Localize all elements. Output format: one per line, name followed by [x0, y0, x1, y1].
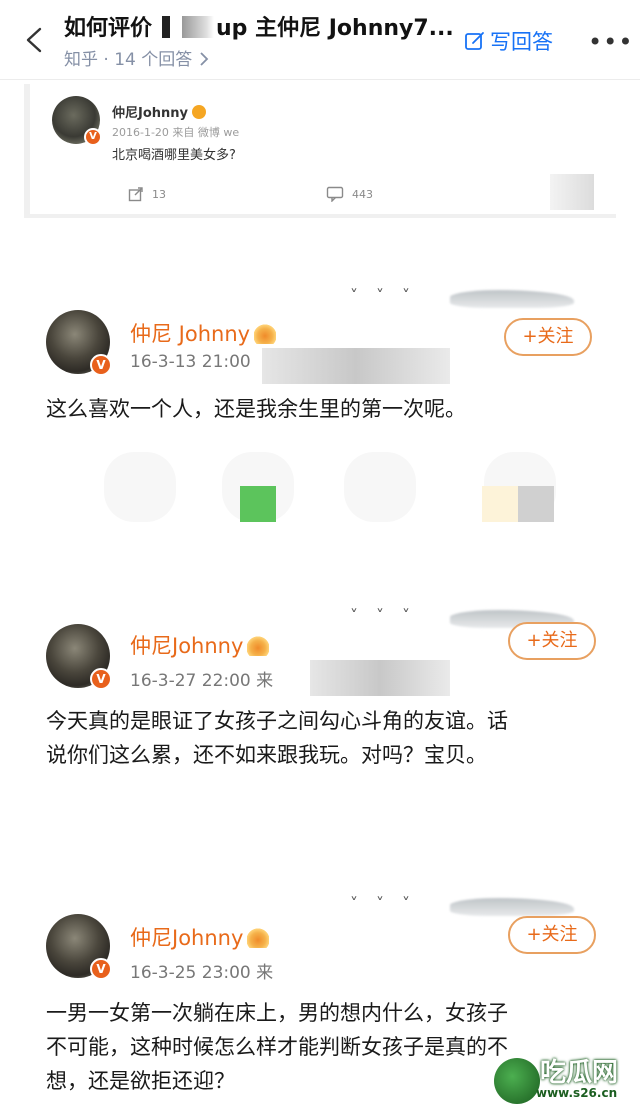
- post-text: 这么喜欢一个人，还是我余生里的第一次呢。: [46, 397, 466, 421]
- post-author[interactable]: 仲尼Johnny: [130, 630, 270, 660]
- repost-count: 13: [152, 187, 166, 201]
- mountain-decoration: [450, 898, 574, 916]
- pixel-block: [482, 486, 518, 522]
- weibo-post: ˅˅˅ V 仲尼Johnny 16-3-27 22:00 来 +关注 今天真的是…: [0, 600, 640, 800]
- write-answer-label: 写回答: [490, 30, 553, 54]
- post-time: 16-3-25 23:00 来: [130, 963, 274, 983]
- vip-crown-icon: [247, 928, 270, 948]
- title-left: 如何评价: [64, 16, 153, 41]
- title-right: up 主仲尼 Johnny7...: [216, 16, 454, 41]
- post-text: 北京喝酒哪里美女多?: [112, 148, 236, 163]
- chevron-right-icon: [200, 52, 208, 66]
- verified-icon: V: [84, 128, 102, 146]
- post-author[interactable]: 仲尼 Johnny: [130, 318, 277, 348]
- comment-icon: [326, 186, 344, 202]
- more-options-icon[interactable]: •••: [588, 28, 633, 56]
- avatar[interactable]: V: [46, 914, 112, 980]
- back-arrow-icon[interactable]: [22, 26, 46, 54]
- pixel-block: [240, 486, 276, 522]
- top-nav-bar: 如何评价 up 主仲尼 Johnny7... 知乎 · 14 个回答 写回答 ••…: [0, 0, 640, 80]
- vip-crown-icon: [247, 636, 270, 656]
- post-author[interactable]: 仲尼Johnny: [130, 922, 270, 952]
- site-watermark: 吃瓜网 www.s26.cn: [494, 1046, 640, 1109]
- watermark-name: 吃瓜网: [540, 1058, 619, 1088]
- post-time: 16-3-13 21:00: [130, 352, 251, 372]
- watermelon-logo-icon: [494, 1058, 540, 1104]
- action-bar-ghost: [0, 452, 640, 532]
- verified-icon: V: [90, 668, 112, 690]
- post-meta: 2016-1-20 来自 微博 we: [112, 126, 240, 139]
- answer-count-link[interactable]: 知乎 · 14 个回答: [64, 45, 210, 70]
- verified-icon: V: [90, 354, 112, 376]
- share-icon: [128, 187, 143, 202]
- write-answer-button[interactable]: 写回答: [464, 26, 553, 56]
- faded-icon: [344, 452, 416, 522]
- avatar: V: [52, 96, 102, 146]
- verified-icon: V: [90, 958, 112, 980]
- post-text: 今天真的是眼证了女孩子之间勾心斗角的友谊。话 说你们这么累，还不如来跟我玩。对吗…: [46, 704, 606, 772]
- edit-icon: [465, 32, 484, 50]
- avatar[interactable]: V: [46, 310, 112, 376]
- post-text-line: 说你们这么累，还不如来跟我玩。对吗？宝贝。: [46, 743, 487, 767]
- comment-action[interactable]: 443: [326, 186, 373, 202]
- post-time: 16-3-27 22:00 来: [130, 671, 274, 691]
- embedded-weibo-post: V 仲尼Johnny 2016-1-20 来自 微博 we 北京喝酒哪里美女多?…: [24, 84, 616, 218]
- repost-action[interactable]: 13: [128, 186, 166, 202]
- follow-button[interactable]: +关注: [508, 916, 596, 954]
- answer-count-text: 知乎 · 14 个回答: [64, 50, 193, 70]
- post-author: 仲尼Johnny: [112, 102, 207, 121]
- weibo-post: ˅˅˅ V 仲尼 Johnny 16-3-13 21:00 +关注 这么喜欢一个…: [0, 280, 640, 580]
- member-badge-icon: [192, 105, 207, 119]
- faded-icon: [104, 452, 176, 522]
- follow-button[interactable]: +关注: [504, 318, 592, 356]
- blurred-region: [262, 348, 450, 384]
- birds-decoration-icon: ˅˅˅: [350, 606, 428, 625]
- watermark-url: www.s26.cn: [536, 1086, 618, 1100]
- follow-button[interactable]: +关注: [508, 622, 596, 660]
- avatar[interactable]: V: [46, 624, 112, 690]
- blurred-region: [310, 660, 450, 696]
- question-title[interactable]: 如何评价 up 主仲尼 Johnny7...: [64, 10, 454, 42]
- pixel-block: [518, 486, 554, 522]
- vip-crown-icon: [254, 324, 277, 344]
- birds-decoration-icon: ˅˅˅: [350, 286, 428, 305]
- birds-decoration-icon: ˅˅˅: [350, 894, 428, 913]
- post-text-line: 今天真的是眼证了女孩子之间勾心斗角的友谊。话: [46, 709, 508, 733]
- post-text-line: 一男一女第一次躺在床上，男的想内什么，女孩子: [46, 1001, 508, 1025]
- redacted-text: [154, 16, 215, 38]
- comment-count: 443: [352, 187, 373, 201]
- blurred-region: [550, 174, 594, 210]
- mountain-decoration: [450, 290, 574, 308]
